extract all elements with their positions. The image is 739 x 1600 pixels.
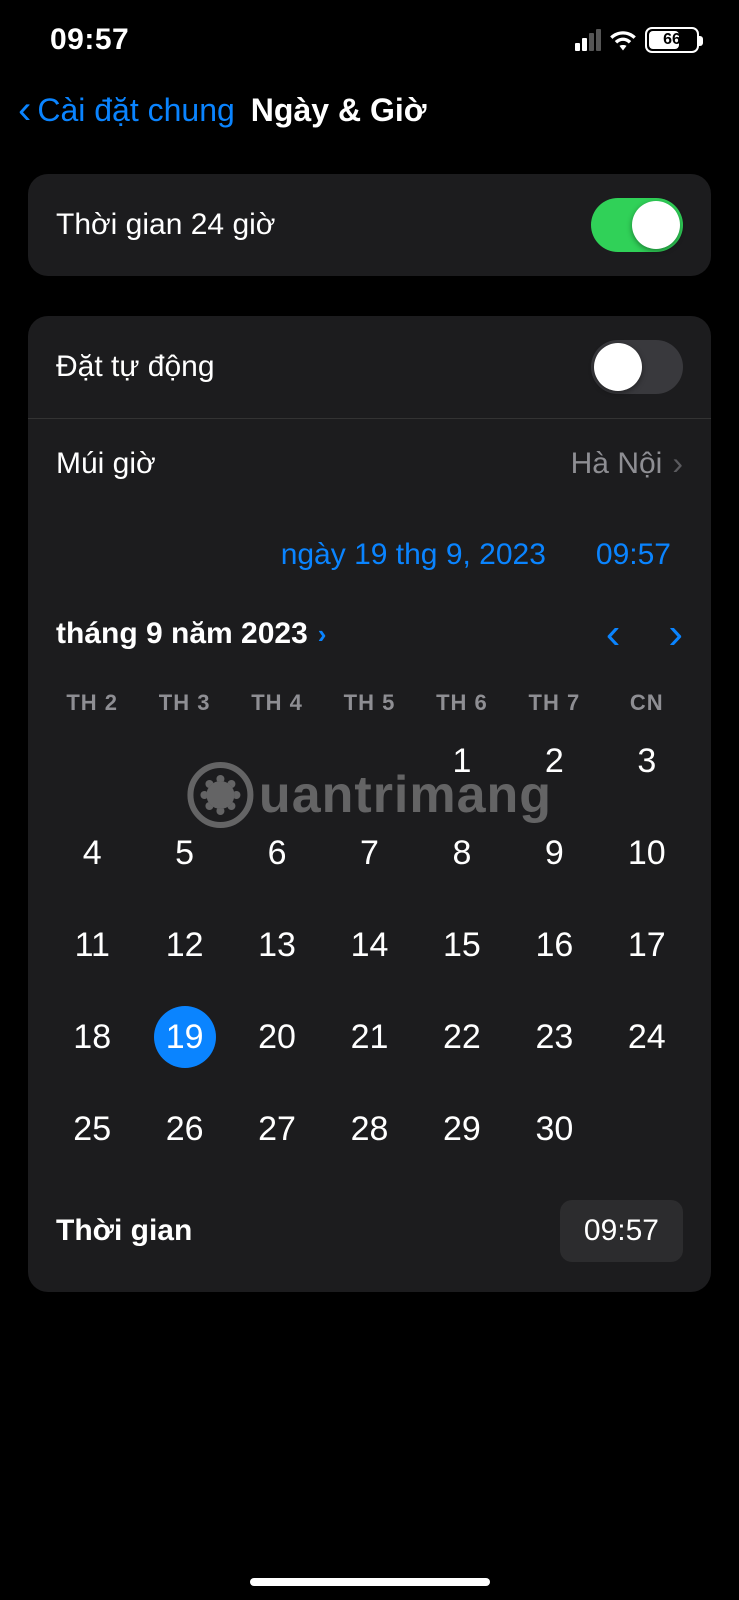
navigation-bar: ‹ Cài đặt chung Ngày & Giờ <box>0 70 739 160</box>
row-label-autoset: Đặt tự động <box>56 350 215 384</box>
calendar-day[interactable]: 1 <box>416 730 508 792</box>
calendar-day[interactable]: 8 <box>416 822 508 884</box>
calendar-day[interactable]: 3 <box>601 730 693 792</box>
calendar-day[interactable]: 21 <box>323 1006 415 1068</box>
calendar-day[interactable]: 7 <box>323 822 415 884</box>
calendar-day[interactable]: 10 <box>601 822 693 884</box>
page-title: Ngày & Giờ <box>251 92 427 129</box>
calendar-day[interactable]: 30 <box>508 1098 600 1160</box>
time-picker-button[interactable]: 09:57 <box>560 1200 683 1262</box>
calendar-day[interactable]: 11 <box>46 914 138 976</box>
back-button[interactable]: Cài đặt chung <box>37 92 234 129</box>
home-indicator[interactable] <box>250 1578 490 1586</box>
calendar-day[interactable]: 22 <box>416 1006 508 1068</box>
calendar-day[interactable]: 20 <box>231 1006 323 1068</box>
calendar-day[interactable]: 4 <box>46 822 138 884</box>
calendar-weekday: TH 7 <box>508 690 600 716</box>
timezone-value: Hà Nội <box>571 447 663 481</box>
calendar-month-label: tháng 9 năm 2023 <box>56 617 308 651</box>
calendar-day[interactable]: 18 <box>46 1006 138 1068</box>
calendar-day[interactable]: 28 <box>323 1098 415 1160</box>
calendar-day[interactable]: 19 <box>138 1006 230 1068</box>
calendar-day[interactable]: 5 <box>138 822 230 884</box>
calendar-next-button[interactable]: › <box>668 612 683 656</box>
calendar-weekday-row: TH 2TH 3TH 4TH 5TH 6TH 7CN <box>28 666 711 722</box>
toggle-autoset[interactable] <box>591 340 683 394</box>
toggle-24hour[interactable] <box>591 198 683 252</box>
calendar-day[interactable]: 12 <box>138 914 230 976</box>
calendar-day[interactable]: 2 <box>508 730 600 792</box>
calendar-day[interactable]: 9 <box>508 822 600 884</box>
row-datetime-display: ngày 19 thg 9, 2023 09:57 <box>28 508 711 592</box>
row-timezone[interactable]: Múi giờ Hà Nội › <box>28 418 711 508</box>
selected-time-button[interactable]: 09:57 <box>596 538 671 572</box>
wifi-icon <box>609 29 637 51</box>
calendar-day[interactable]: 17 <box>601 914 693 976</box>
status-indicators: 66 <box>575 27 699 53</box>
battery-icon: 66 <box>645 27 699 53</box>
calendar-weekday: TH 5 <box>323 690 415 716</box>
calendar-day[interactable]: 13 <box>231 914 323 976</box>
chevron-right-icon: › <box>318 619 327 650</box>
calendar-weekday: TH 4 <box>231 690 323 716</box>
calendar-day[interactable]: 23 <box>508 1006 600 1068</box>
calendar-day[interactable]: 6 <box>231 822 323 884</box>
row-24hour-time[interactable]: Thời gian 24 giờ <box>28 174 711 276</box>
group-24hour: Thời gian 24 giờ <box>28 174 711 276</box>
status-time: 09:57 <box>50 23 129 57</box>
calendar-day[interactable]: 27 <box>231 1098 323 1160</box>
calendar-day[interactable]: 25 <box>46 1098 138 1160</box>
calendar-day[interactable]: 15 <box>416 914 508 976</box>
calendar-header: tháng 9 năm 2023 › ‹ › <box>28 592 711 666</box>
toggle-knob <box>594 343 642 391</box>
calendar-weekday: CN <box>601 690 693 716</box>
battery-percent: 66 <box>647 31 697 49</box>
back-chevron-icon[interactable]: ‹ <box>18 90 31 130</box>
calendar-day[interactable]: 24 <box>601 1006 693 1068</box>
calendar-month-button[interactable]: tháng 9 năm 2023 › <box>56 617 326 651</box>
row-label-24hour: Thời gian 24 giờ <box>56 208 275 242</box>
calendar-day[interactable]: 14 <box>323 914 415 976</box>
calendar-day[interactable]: 26 <box>138 1098 230 1160</box>
selected-date-button[interactable]: ngày 19 thg 9, 2023 <box>281 538 546 572</box>
calendar-weekday: TH 6 <box>416 690 508 716</box>
calendar-days-grid: 1234567891011121314151617181920212223242… <box>28 722 711 1180</box>
group-datetime: Đặt tự động Múi giờ Hà Nội › ngày 19 thg… <box>28 316 711 1292</box>
cellular-signal-icon <box>575 29 601 51</box>
row-label-timezone: Múi giờ <box>56 447 156 481</box>
status-bar: 09:57 66 <box>0 0 739 70</box>
calendar-day[interactable]: 16 <box>508 914 600 976</box>
toggle-knob <box>632 201 680 249</box>
calendar-day[interactable]: 29 <box>416 1098 508 1160</box>
calendar-weekday: TH 2 <box>46 690 138 716</box>
row-time-picker: Thời gian 09:57 <box>28 1180 711 1292</box>
row-set-automatically[interactable]: Đặt tự động <box>28 316 711 418</box>
time-row-label: Thời gian <box>56 1214 192 1248</box>
chevron-right-icon: › <box>672 445 683 482</box>
calendar-prev-button[interactable]: ‹ <box>606 612 621 656</box>
calendar-weekday: TH 3 <box>138 690 230 716</box>
